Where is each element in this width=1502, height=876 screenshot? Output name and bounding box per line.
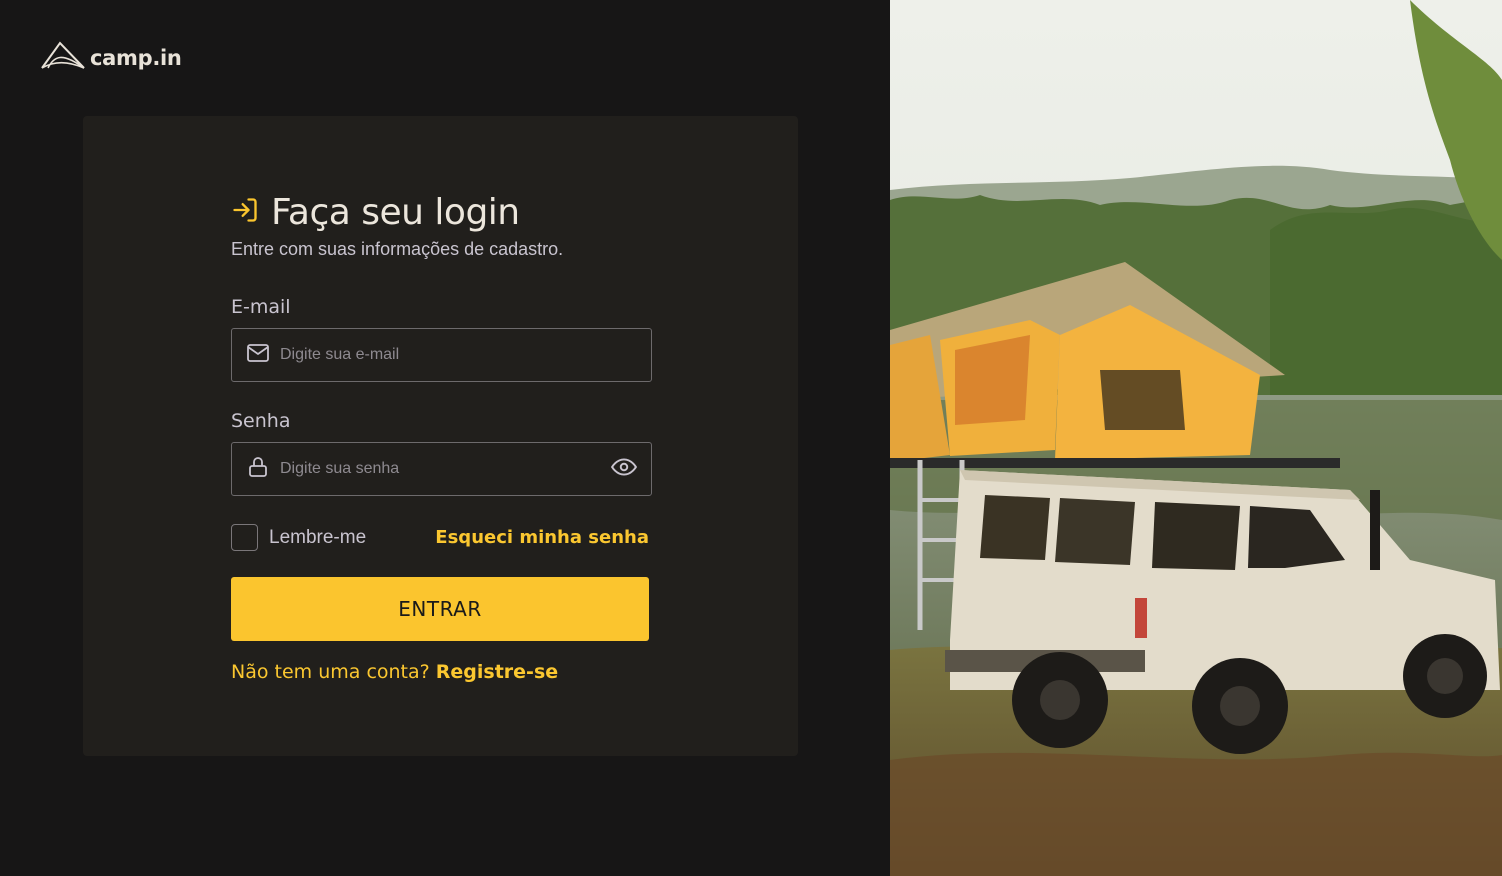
page-title: Faça seu login [271,192,520,233]
brand-name: camp.in [90,45,182,70]
login-panel: camp.in Faça seu login Entre com suas in… [0,0,890,876]
email-input[interactable] [280,346,637,364]
page-subtitle: Entre com suas informações de cadastro. [231,239,564,259]
forgot-password-link[interactable]: Esqueci minha senha [435,527,649,548]
login-button[interactable]: ENTRAR [231,577,649,641]
eye-icon[interactable] [610,454,638,485]
hero-image [890,0,1502,876]
login-form: Faça seu login Entre com suas informaçõe… [231,192,652,683]
signup-prompt-text: Não tem uma conta? [231,661,430,683]
password-label: Senha [231,410,291,432]
camping-scene [890,0,1502,876]
email-field-wrapper [231,328,652,382]
signup-prompt: Não tem uma conta? Registre-se [231,661,652,683]
remember-checkbox[interactable] [231,524,258,551]
password-field-wrapper [231,442,652,496]
form-options: Lembre-me Esqueci minha senha [231,524,649,551]
remember-label: Lembre-me [269,526,367,548]
brand-logo[interactable]: camp.in [40,40,182,75]
email-label: E-mail [231,296,291,318]
lock-icon [246,455,270,484]
password-input[interactable] [280,460,601,478]
tent-icon [40,40,86,75]
mail-icon [246,341,270,370]
login-card: Faça seu login Entre com suas informaçõe… [83,116,798,756]
login-arrow-icon [231,196,259,229]
title-row: Faça seu login [231,192,652,233]
remember-me[interactable]: Lembre-me [231,524,366,551]
signup-link[interactable]: Registre-se [436,661,558,683]
